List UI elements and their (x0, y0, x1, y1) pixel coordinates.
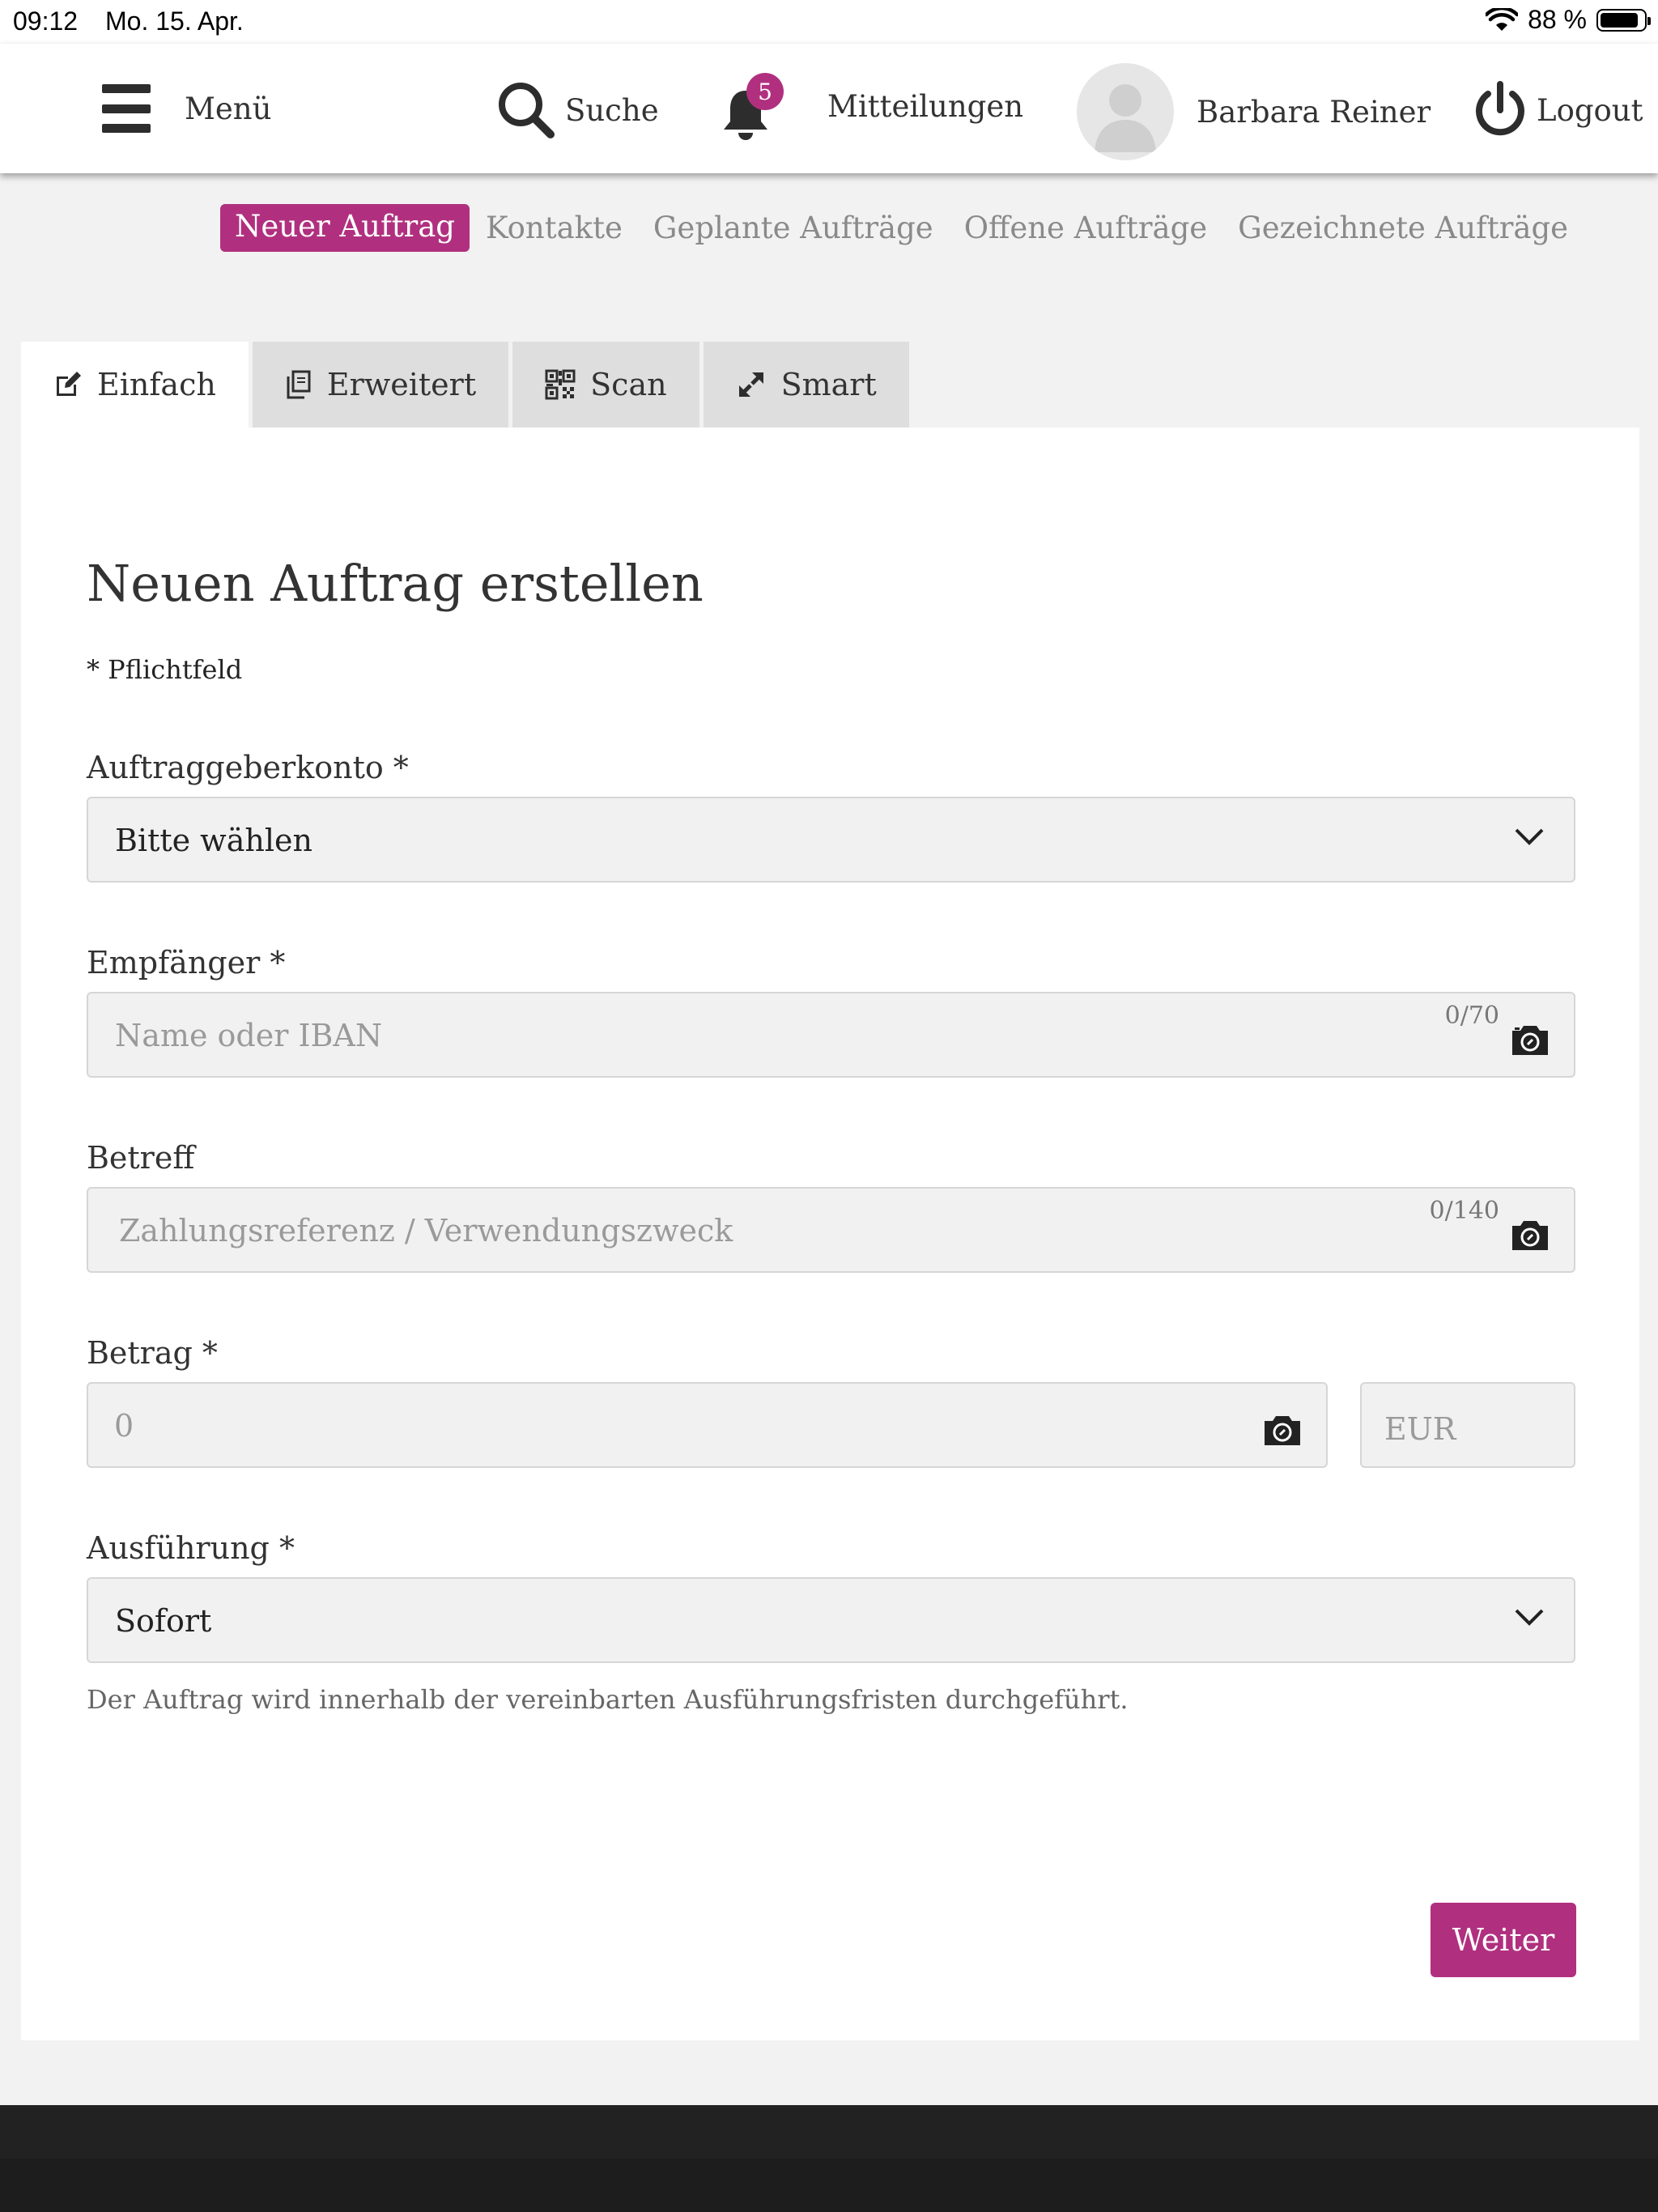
edit-icon (57, 372, 81, 396)
status-bar: 09:12 Mo. 15. Apr. 88 % (0, 0, 1658, 44)
camera-icon[interactable] (1261, 1414, 1303, 1447)
tab-advanced-label: Erweitert (326, 367, 477, 402)
continue-button[interactable]: Weiter (1431, 1903, 1576, 1977)
logout-button[interactable]: Logout (1472, 79, 1643, 141)
execution-hint: Der Auftrag wird innerhalb der vereinbar… (87, 1684, 1129, 1715)
tab-smart[interactable]: Smart (703, 342, 909, 428)
tab-simple[interactable]: Einfach (21, 342, 249, 428)
sub-navigation: Neuer Auftrag Kontakte Geplante Aufträge… (220, 204, 1583, 252)
subject-input[interactable]: Zahlungsreferenz / Verwendungszweck 0/14… (87, 1187, 1575, 1273)
qr-code-icon (545, 369, 576, 400)
account-select-value: Bitte wählen (115, 823, 312, 858)
order-form-card: Neuen Auftrag erstellen * Pflichtfeld Au… (21, 428, 1639, 2040)
execution-select[interactable]: Sofort (87, 1577, 1575, 1663)
status-time: 09:12 (13, 6, 79, 36)
recipient-placeholder: Name oder IBAN (115, 1018, 383, 1053)
currency-placeholder: EUR (1384, 1411, 1456, 1447)
wifi-icon (1486, 7, 1519, 31)
user-name: Barbara Reiner (1197, 94, 1431, 130)
tab-smart-label: Smart (780, 367, 877, 402)
recipient-label: Empfänger * (87, 945, 286, 981)
amount-placeholder: 0 (114, 1408, 134, 1444)
subnav-contacts[interactable]: Kontakte (486, 211, 623, 245)
copy-icon (287, 370, 311, 399)
subnav-new-order[interactable]: Neuer Auftrag (220, 204, 470, 252)
subject-label: Betreff (87, 1140, 195, 1176)
subject-placeholder: Zahlungsreferenz / Verwendungszweck (119, 1213, 733, 1249)
camera-icon[interactable] (1509, 1219, 1551, 1252)
battery-fill (1601, 12, 1638, 28)
tab-advanced[interactable]: Erweitert (252, 342, 509, 428)
footer (0, 2105, 1658, 2212)
tab-simple-label: Einfach (97, 367, 216, 402)
amount-input[interactable]: 0 (87, 1382, 1328, 1468)
logout-label: Logout (1537, 92, 1643, 128)
menu-button[interactable]: Menü (102, 84, 271, 133)
user-silhouette-icon (1095, 84, 1156, 152)
recipient-counter: 0/70 (1444, 1002, 1499, 1030)
notification-badge: 5 (746, 73, 784, 110)
battery-icon (1596, 8, 1651, 32)
status-date: Mo. 15. Apr. (105, 6, 244, 36)
subject-counter: 0/140 (1429, 1197, 1499, 1225)
tab-scan-label: Scan (590, 367, 667, 402)
smart-arrows-icon (738, 372, 763, 397)
required-note: * Pflichtfeld (87, 654, 243, 685)
hamburger-icon (102, 84, 151, 133)
search-button[interactable]: Suche (495, 79, 659, 141)
app-header: Menü Suche 5 Mitteilungen Barbara Reiner (0, 44, 1658, 173)
battery-percent: 88 % (1528, 5, 1587, 34)
search-icon (499, 83, 555, 138)
order-type-tabs: Einfach Erweitert Scan Smart (21, 342, 913, 428)
notifications-label[interactable]: Mitteilungen (827, 89, 1023, 124)
camera-icon[interactable] (1509, 1024, 1551, 1057)
execution-select-value: Sofort (115, 1603, 212, 1639)
execution-label: Ausführung * (87, 1530, 295, 1566)
status-right: 88 % (1486, 5, 1651, 35)
page-title: Neuen Auftrag erstellen (87, 554, 704, 613)
notifications-button[interactable]: 5 (717, 73, 784, 146)
account-select[interactable]: Bitte wählen (87, 797, 1575, 883)
user-profile[interactable]: Barbara Reiner (1077, 63, 1431, 160)
avatar (1077, 63, 1174, 160)
power-icon (1476, 81, 1524, 136)
menu-label: Menü (185, 91, 272, 126)
recipient-input[interactable]: Name oder IBAN 0/70 (87, 992, 1575, 1078)
chevron-down-icon (1515, 1609, 1544, 1626)
currency-input[interactable]: EUR (1360, 1382, 1575, 1468)
tab-scan[interactable]: Scan (512, 342, 699, 428)
amount-label: Betrag * (87, 1335, 218, 1371)
subnav-planned-orders[interactable]: Geplante Aufträge (653, 211, 933, 245)
subnav-open-orders[interactable]: Offene Aufträge (964, 211, 1207, 245)
account-label: Auftraggeberkonto * (87, 750, 409, 785)
search-label: Suche (565, 92, 659, 128)
footer-strip (0, 2159, 1658, 2212)
subnav-signed-orders[interactable]: Gezeichnete Aufträge (1238, 211, 1568, 245)
bell-icon-wrapper: 5 (717, 73, 784, 146)
chevron-down-icon (1515, 828, 1544, 845)
